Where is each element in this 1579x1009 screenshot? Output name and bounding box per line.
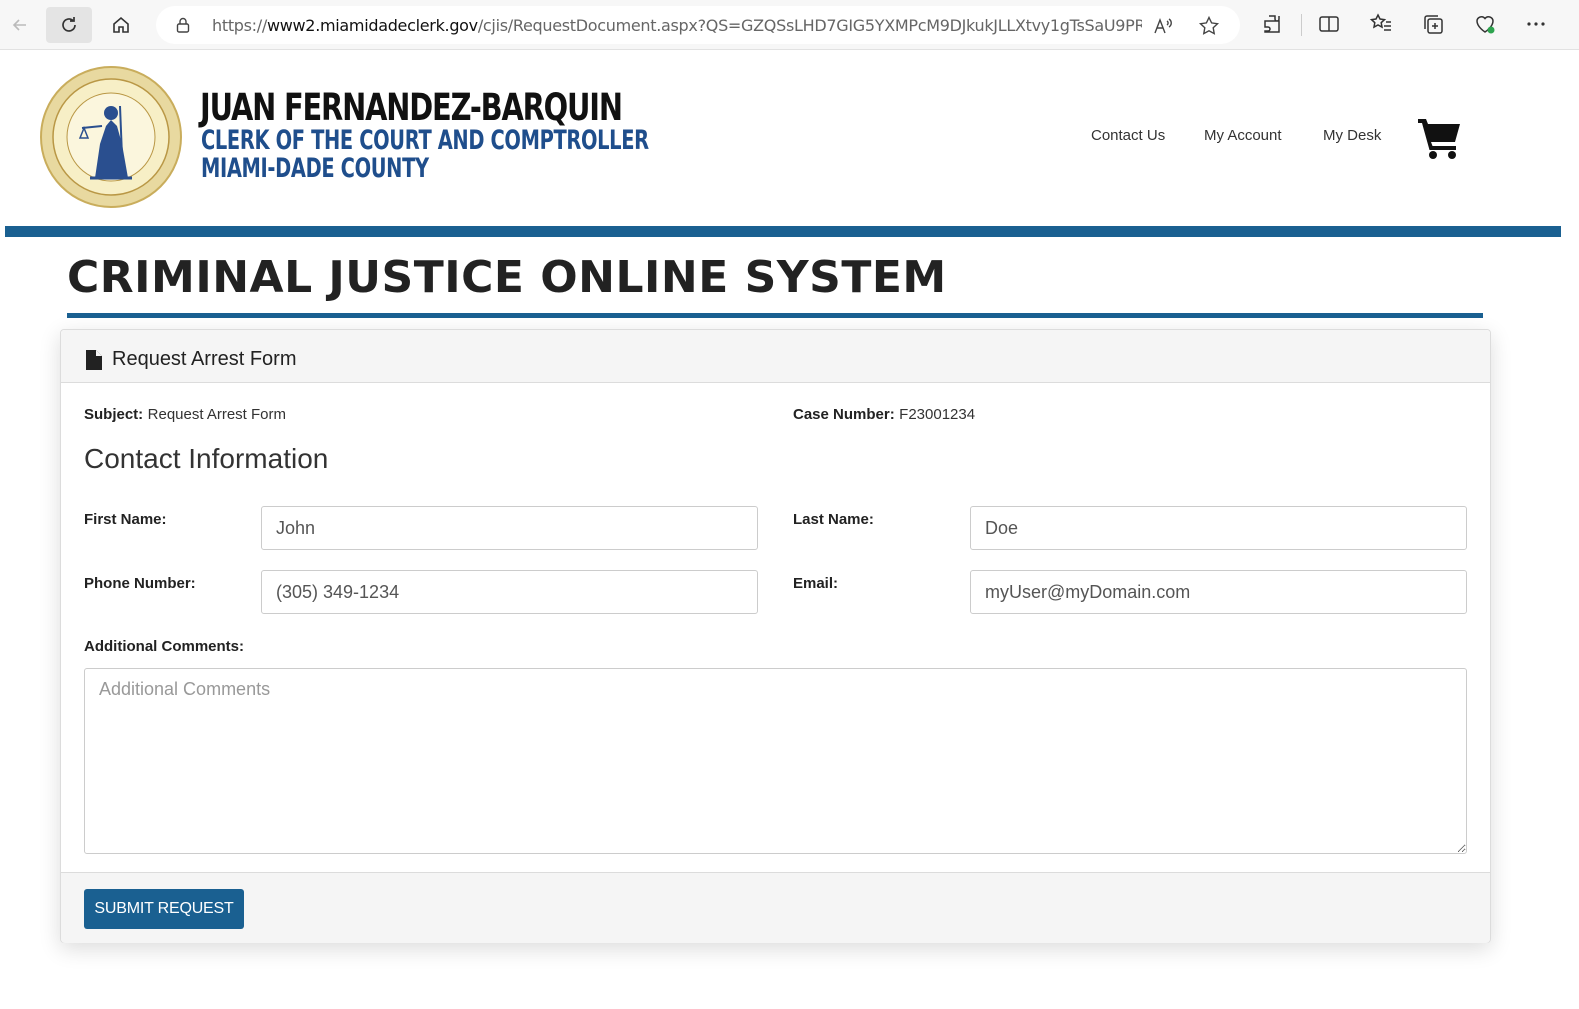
title-divider [67,313,1483,318]
subject-label: Subject: [84,406,144,423]
browser-toolbar: https://www2.miamidadeclerk.gov/cjis/Req… [0,0,1579,50]
county-name: MIAMI-DADE COUNTY [201,153,429,184]
more-options-icon[interactable] [1524,12,1548,36]
panel-title: Request Arrest Form [112,348,297,370]
nav-contact-us[interactable]: Contact Us [1091,127,1165,144]
subject-value: Request Arrest Form [147,406,287,423]
panel-heading: Request Arrest Form [61,330,1490,383]
nav-my-desk[interactable]: My Desk [1323,127,1381,144]
phone-number-label: Phone Number: [84,575,196,592]
submit-request-button[interactable]: SUBMIT REQUEST [84,889,244,929]
clerk-name: JUAN FERNANDEZ-BARQUIN [200,86,623,129]
browser-essentials-icon[interactable] [1473,12,1497,36]
read-aloud-icon[interactable] [1152,15,1174,37]
subject-line: Subject: Request Arrest Form [84,406,286,424]
clerk-seal-logo[interactable] [40,66,182,208]
favorite-star-icon[interactable] [1198,15,1220,37]
last-name-input[interactable] [970,506,1467,550]
request-form-panel: Request Arrest Form Subject: Request Arr… [60,329,1491,943]
case-number-line: Case Number: F23001234 [793,406,975,424]
case-number-label: Case Number: [793,406,895,423]
phone-number-input[interactable] [261,570,758,614]
collections-icon[interactable] [1421,12,1445,36]
header-divider [5,226,1561,237]
shopping-cart-icon[interactable] [1416,116,1464,160]
toolbar-divider [1301,14,1302,36]
url-host: www2.miamidadeclerk.gov [266,16,478,35]
split-screen-icon[interactable] [1317,12,1341,36]
case-number-value: F23001234 [899,406,976,423]
nav-my-account[interactable]: My Account [1204,127,1282,144]
home-button[interactable] [102,7,140,43]
refresh-button[interactable] [46,7,92,43]
last-name-label: Last Name: [793,511,874,528]
favorites-list-icon[interactable] [1369,12,1393,36]
address-bar[interactable]: https://www2.miamidadeclerk.gov/cjis/Req… [156,6,1240,44]
email-input[interactable] [970,570,1467,614]
extensions-icon[interactable] [1260,12,1284,36]
url-path: /cjis/RequestDocument.aspx?QS=GZQSsLHD7G… [477,16,1142,35]
contact-info-heading: Contact Information [84,443,329,474]
document-icon [86,350,102,370]
refresh-icon [62,17,76,32]
lock-icon[interactable] [174,16,192,34]
page-title: CRIMINAL JUSTICE ONLINE SYSTEM [67,252,947,303]
email-label: Email: [793,575,839,592]
url-scheme: https:// [212,16,267,35]
home-icon [113,16,129,33]
first-name-input[interactable] [261,506,758,550]
comments-label: Additional Comments: [84,638,244,655]
clerk-title: CLERK OF THE COURT AND COMPTROLLER [201,125,649,156]
first-name-label: First Name: [84,511,167,528]
back-button[interactable] [1,7,39,43]
comments-textarea[interactable] [84,668,1467,854]
arrow-left-icon [12,19,26,31]
panel-footer: SUBMIT REQUEST [61,872,1490,943]
url-text[interactable]: https://www2.miamidadeclerk.gov/cjis/Req… [212,16,1142,35]
